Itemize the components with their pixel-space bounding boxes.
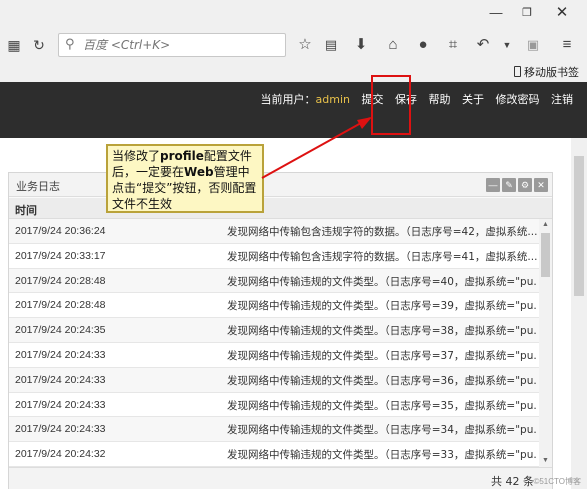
row-time: 2017/9/24 20:36:24 bbox=[15, 225, 106, 237]
row-time: 2017/9/24 20:28:48 bbox=[15, 299, 106, 312]
close-panel-icon[interactable]: ✕ bbox=[534, 178, 548, 192]
column-header-time[interactable]: 时间 bbox=[15, 202, 37, 218]
dropdown-icon[interactable]: ▼ bbox=[496, 34, 518, 56]
callout-text-1: 当修改了 bbox=[112, 149, 161, 163]
row-message: 发现网络中传输违规的文件类型。（日志序号=36，虚拟系统="pu... bbox=[227, 374, 537, 387]
header-nav: 当前用户：admin 提交 保存 帮助 关于 修改密码 注销 bbox=[261, 91, 573, 107]
page-content: 业务日志 — ✎ ⚙ ✕ 时间 2017/9/24 20:36:24 发现网络中传输包含… bbox=[0, 138, 587, 489]
row-time: 2017/9/24 20:24:32 bbox=[15, 448, 106, 461]
screenshot-icon[interactable]: ▣ bbox=[522, 34, 544, 56]
nav-about[interactable]: 关于 bbox=[462, 93, 484, 106]
callout-profile: profile bbox=[160, 149, 204, 163]
row-time: 2017/9/24 20:24:33 bbox=[15, 398, 106, 411]
row-message: 发现网络中传输包含违规字符的数据。（日志序号=42，虚拟系统... bbox=[227, 226, 537, 238]
table-row[interactable]: 2017/9/24 20:24:33 发现网络中传输违规的文件类型。（日志序号=3… bbox=[9, 392, 539, 418]
search-icon: ⚲ bbox=[65, 36, 75, 51]
phone-icon bbox=[514, 66, 521, 77]
mobile-bookmarks-label: 移动版书签 bbox=[524, 66, 579, 79]
app-header: 当前用户：admin 提交 保存 帮助 关于 修改密码 注销 bbox=[0, 82, 587, 138]
row-message: 发现网络中传输违规的文件类型。（日志序号=39，虚拟系统="pu... bbox=[227, 300, 537, 313]
callout-web: Web bbox=[184, 165, 214, 179]
current-user-label: 当前用户： bbox=[260, 93, 316, 106]
page-scrollbar[interactable] bbox=[571, 138, 587, 489]
minimize-panel-icon[interactable]: — bbox=[486, 178, 500, 192]
row-message: 发现网络中传输违规的文件类型。（日志序号=37，虚拟系统="pu... bbox=[227, 349, 537, 362]
browser-titlebar: — ❐ ✕ bbox=[0, 0, 587, 28]
panel-footer: 共 42 条 bbox=[9, 467, 552, 489]
chat-icon[interactable]: ● bbox=[412, 34, 434, 56]
row-message: 发现网络中传输违规的文件类型。（日志序号=34，虚拟系统="pu... bbox=[227, 424, 537, 437]
back-icon[interactable]: ↶ bbox=[472, 34, 494, 56]
table-row[interactable]: 2017/9/24 20:24:33 发现网络中传输违规的文件类型。（日志序号=3… bbox=[9, 417, 539, 443]
business-log-panel: 业务日志 — ✎ ⚙ ✕ 时间 2017/9/24 20:36:24 发现网络中传输包含… bbox=[8, 172, 553, 489]
submit-highlight-box bbox=[371, 75, 411, 135]
nav-help[interactable]: 帮助 bbox=[429, 93, 451, 106]
reload-icon[interactable]: ↻ bbox=[28, 34, 50, 56]
bookmarks-bar: 移动版书签 bbox=[0, 62, 587, 82]
table-row[interactable]: 2017/9/24 20:24:32 发现网络中传输违规的文件类型。（日志序号=3… bbox=[9, 442, 539, 467]
star-icon[interactable]: ☆ bbox=[294, 34, 316, 56]
log-table-body: 2017/9/24 20:36:24 发现网络中传输包含违规字符的数据。（日志序号… bbox=[9, 219, 539, 467]
search-bar[interactable]: ⚲ bbox=[58, 33, 286, 57]
download-icon[interactable]: ⬇ bbox=[350, 34, 372, 56]
minimize-icon[interactable]: — bbox=[486, 4, 506, 22]
table-row[interactable]: 2017/9/24 20:28:48 发现网络中传输违规的文件类型。（日志序号=4… bbox=[9, 268, 539, 294]
table-scrollbar[interactable]: ▲ ▼ bbox=[539, 219, 552, 467]
row-time: 2017/9/24 20:24:33 bbox=[15, 423, 106, 436]
qr-icon[interactable]: ▦ bbox=[3, 34, 25, 56]
nav-logout[interactable]: 注销 bbox=[551, 93, 573, 106]
scroll-down-icon[interactable]: ▼ bbox=[540, 455, 551, 467]
edit-panel-icon[interactable]: ✎ bbox=[502, 178, 516, 192]
table-header: 时间 bbox=[9, 198, 552, 219]
mobile-bookmarks-link[interactable]: 移动版书签 bbox=[514, 64, 579, 80]
annotation-callout: 当修改了profile配置文件后，一定要在Web管理中点击“提交”按钮，否则配置… bbox=[106, 144, 264, 213]
current-username: admin bbox=[315, 93, 350, 106]
reader-icon[interactable]: ▤ bbox=[320, 34, 342, 56]
row-message: 发现网络中传输违规的文件类型。（日志序号=38，虚拟系统="pu... bbox=[227, 325, 537, 338]
table-row[interactable]: 2017/9/24 20:33:17 发现网络中传输包含违规字符的数据。（日志序号… bbox=[9, 243, 539, 269]
panel-title: 业务日志 bbox=[16, 180, 60, 193]
nav-change-password[interactable]: 修改密码 bbox=[496, 93, 540, 106]
table-row[interactable]: 2017/9/24 20:24:35 发现网络中传输违规的文件类型。（日志序号=3… bbox=[9, 318, 539, 343]
panel-tools: — ✎ ⚙ ✕ bbox=[484, 178, 548, 192]
table-scrollbar-thumb[interactable] bbox=[541, 233, 550, 277]
table-row[interactable]: 2017/9/24 20:28:48 发现网络中传输违规的文件类型。（日志序号=3… bbox=[9, 293, 539, 319]
close-icon[interactable]: ✕ bbox=[552, 4, 572, 22]
total-count: 共 42 条 bbox=[491, 475, 534, 488]
row-time: 2017/9/24 20:33:17 bbox=[15, 249, 106, 262]
table-row[interactable]: 2017/9/24 20:36:24 发现网络中传输包含违规字符的数据。（日志序号… bbox=[9, 219, 539, 244]
row-message: 发现网络中传输包含违规字符的数据。（日志序号=41，虚拟系统... bbox=[227, 250, 537, 263]
table-row[interactable]: 2017/9/24 20:24:33 发现网络中传输违规的文件类型。（日志序号=3… bbox=[9, 342, 539, 368]
panel-header: 业务日志 — ✎ ⚙ ✕ bbox=[9, 173, 552, 197]
row-message: 发现网络中传输违规的文件类型。（日志序号=33，虚拟系统="pu... bbox=[227, 449, 537, 462]
row-message: 发现网络中传输违规的文件类型。（日志序号=40，虚拟系统="pu... bbox=[227, 275, 537, 288]
settings-panel-icon[interactable]: ⚙ bbox=[518, 178, 532, 192]
search-input[interactable] bbox=[83, 36, 281, 54]
scroll-up-icon[interactable]: ▲ bbox=[540, 219, 551, 231]
row-message: 发现网络中传输违规的文件类型。（日志序号=35，虚拟系统="pu... bbox=[227, 399, 537, 412]
row-time: 2017/9/24 20:24:33 bbox=[15, 348, 106, 361]
browser-toolbar: ▦ ↻ ⚲ ☆ ▤ ⬇ ⌂ ● ⌗ ↶ ▼ ▣ ≡ bbox=[0, 28, 587, 62]
watermark: ©51CTO博客 bbox=[533, 477, 581, 486]
restore-icon[interactable]: ❐ bbox=[517, 4, 537, 22]
row-time: 2017/9/24 20:28:48 bbox=[15, 274, 106, 287]
table-row[interactable]: 2017/9/24 20:24:33 发现网络中传输违规的文件类型。（日志序号=3… bbox=[9, 367, 539, 393]
page-scrollbar-thumb[interactable] bbox=[574, 156, 584, 296]
menu-icon[interactable]: ≡ bbox=[556, 34, 578, 56]
row-time: 2017/9/24 20:24:33 bbox=[15, 373, 106, 386]
row-time: 2017/9/24 20:24:35 bbox=[15, 324, 106, 337]
crop-icon[interactable]: ⌗ bbox=[442, 34, 464, 56]
home-icon[interactable]: ⌂ bbox=[382, 34, 404, 56]
